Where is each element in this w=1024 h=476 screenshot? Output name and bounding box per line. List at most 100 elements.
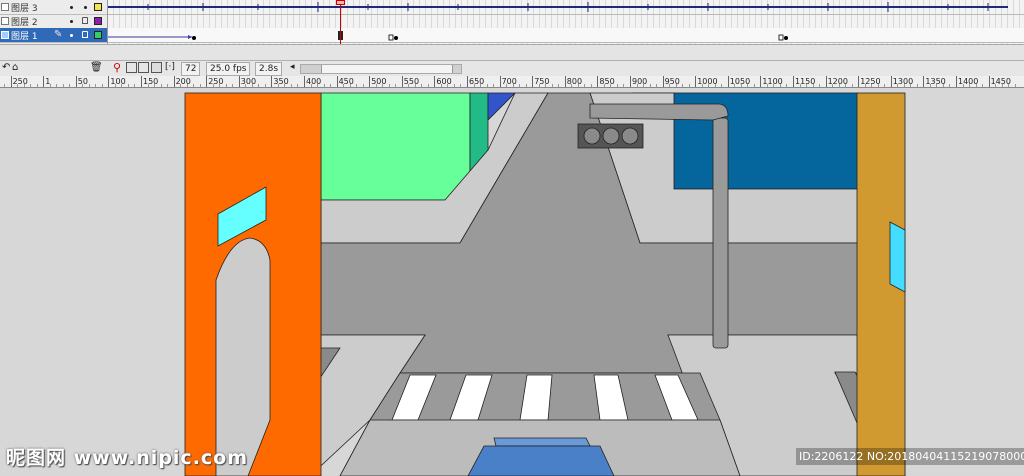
ruler-minor-tick [264,84,266,87]
add-layer-icon[interactable]: ↶ [2,62,10,73]
ruler-minor-tick [1008,84,1010,87]
ruler-tick-label: 750 [532,76,550,87]
ruler-minor-tick [669,84,671,87]
ruler-minor-tick [147,84,149,87]
center-frame-icon[interactable]: ⚲ [113,61,121,74]
ruler-minor-tick [30,84,32,87]
layer-row-3[interactable]: 图层 3 [0,0,107,15]
edit-multiple-frames-icon[interactable] [151,62,162,73]
onion-outline-icon[interactable] [138,62,149,73]
ruler-minor-tick [721,84,723,87]
ruler-minor-tick [127,84,129,87]
green-building[interactable] [320,92,471,201]
archway[interactable] [215,237,271,476]
ruler-minor-tick [382,84,384,87]
lock-icon[interactable] [82,31,88,38]
ruler-minor-tick [701,84,703,87]
ruler-minor-tick [186,84,188,87]
playhead-handle[interactable] [336,0,345,5]
pencil-icon: ✎ [54,29,63,40]
ruler-minor-tick [942,84,944,87]
trash-icon[interactable]: 🗑 [90,62,103,73]
layer-color-swatch[interactable] [94,31,102,39]
ruler-minor-tick [1001,84,1003,87]
playhead[interactable] [340,0,341,44]
ruler-minor-tick [819,84,821,87]
lock-dot-icon[interactable] [84,6,87,9]
ruler-minor-tick [323,84,325,87]
ruler-minor-tick [134,84,136,87]
ruler-minor-tick [779,84,781,87]
ruler-minor-tick [114,84,116,87]
ruler-minor-tick [682,84,684,87]
ruler-minor-tick [584,84,586,87]
ruler-minor-tick [310,84,312,87]
onion-skin-icon[interactable] [126,62,137,73]
ruler-tick-label: 200 [173,76,191,87]
frame-row-layer-2[interactable] [108,14,1024,29]
layer-color-swatch[interactable] [94,17,102,25]
ruler-tick-label: 300 [238,76,257,87]
ruler-minor-tick [356,84,358,87]
ruler-minor-tick [421,84,423,87]
modify-markers-icon[interactable]: [·] [165,62,175,72]
ruler-minor-tick [656,84,658,87]
ruler-minor-tick [577,84,579,87]
frame-row-layer-1[interactable] [108,28,1024,43]
layer-row-2[interactable]: 图层 2 [0,14,107,29]
layers-panel: 图层 3 图层 2 图层 1 ✎ [0,0,108,44]
ruler-minor-tick [388,84,390,87]
ruler-minor-tick [936,84,938,87]
layer-icon [1,31,9,39]
elapsed-time-field[interactable]: 2.8s [255,62,283,76]
ruler-minor-tick [427,84,429,87]
ruler-minor-tick [871,84,873,87]
ruler-minor-tick [506,84,508,87]
ruler-minor-tick [193,84,195,87]
layer-color-swatch[interactable] [94,3,102,11]
ruler-minor-tick [832,84,834,87]
ruler-minor-tick [643,84,645,87]
stage-canvas[interactable] [0,88,1024,476]
ruler-minor-tick [538,84,540,87]
ruler-minor-tick [851,84,853,87]
ruler-minor-tick [212,84,214,87]
ruler-minor-tick [525,84,527,87]
visibility-dot-icon[interactable] [70,34,73,37]
scroll-left-arrow-icon[interactable]: ◂ [290,62,295,72]
tween-arrows [108,31,788,41]
ruler-minor-tick [910,84,912,87]
ruler-minor-tick [786,84,788,87]
current-frame-field[interactable]: 72 [181,62,201,76]
visibility-dot-icon[interactable] [70,20,73,23]
ruler-minor-tick [56,84,58,87]
ruler-tick-label: 100 [108,76,126,87]
frames-area[interactable] [108,0,1024,44]
scrollbar-thumb[interactable] [321,65,453,73]
visibility-dot-icon[interactable] [70,6,73,9]
ruler-tick-label: 850 [597,76,615,87]
ruler-minor-tick [297,84,299,87]
ruler-tick-label: 550 [401,76,420,87]
layer-icon [1,3,9,11]
ruler-tick-label: 150 [141,76,159,87]
frame-row-layer-3[interactable] [108,0,1024,15]
ruler-minor-tick [121,84,123,87]
frame-rate-field[interactable]: 25.0 fps [206,62,251,76]
ruler-minor-tick [864,84,866,87]
ruler-minor-tick [1014,84,1016,87]
yellow-building-window[interactable] [889,221,906,293]
add-guide-icon[interactable]: ⌂ [12,62,18,73]
ruler-minor-tick [88,84,90,87]
stage[interactable] [0,88,1024,476]
ruler-minor-tick [395,84,397,87]
ruler-minor-tick [480,84,482,87]
layer-icon [1,17,9,25]
horizontal-scrollbar[interactable] [300,64,462,74]
layer-row-1[interactable]: 图层 1 ✎ [0,28,107,43]
lock-icon[interactable] [82,17,88,24]
ruler-minor-tick [962,84,964,87]
ruler-minor-tick [714,84,716,87]
ruler-minor-tick [975,84,977,87]
ruler-minor-tick [69,84,71,87]
